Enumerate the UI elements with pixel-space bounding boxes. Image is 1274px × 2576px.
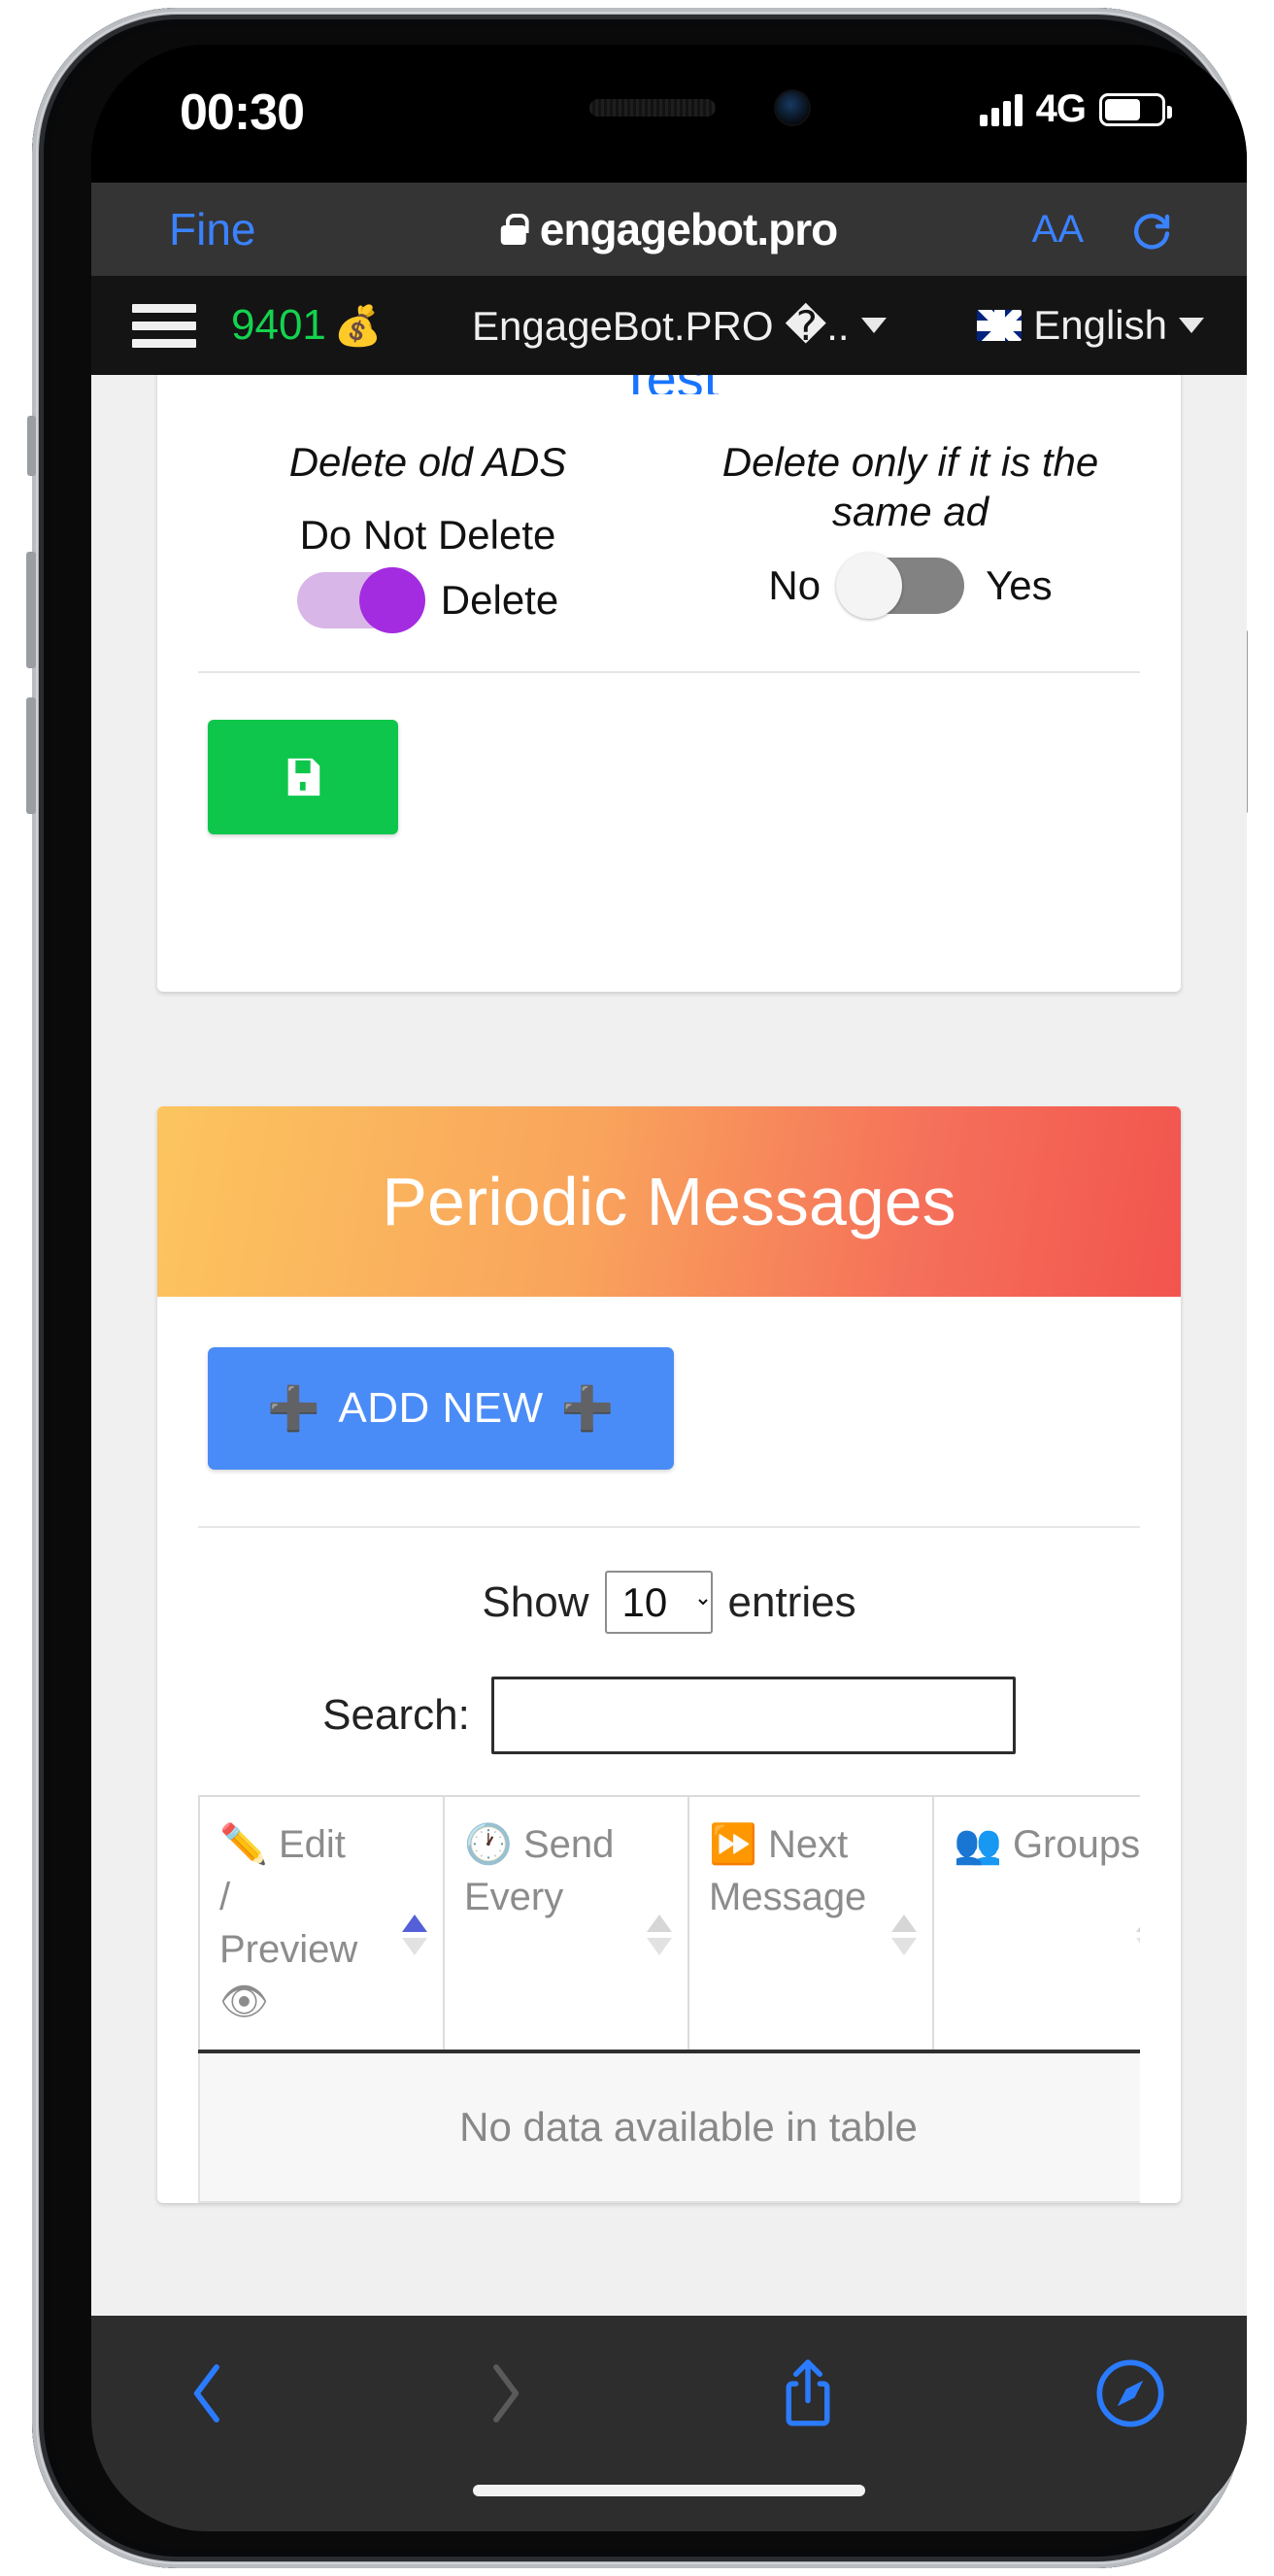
text-size-button[interactable]: AA [1032, 208, 1084, 252]
reload-icon[interactable] [1128, 206, 1175, 253]
save-floppy-icon [287, 759, 320, 797]
column-label: Every [464, 1876, 564, 1919]
plus-icon: ➕ [267, 1385, 321, 1434]
column-label: Preview [219, 1928, 358, 1972]
periodic-messages-card: Periodic Messages ➕ ADD NEW ➕ Show 10255… [157, 1106, 1181, 2204]
status-time: 00:30 [180, 85, 305, 141]
language-dropdown[interactable]: English [977, 302, 1204, 349]
search-label: Search: [322, 1691, 470, 1740]
table-length-control: Show 102550100 entries [157, 1571, 1181, 1635]
periodic-messages-table: ✏️ Edit / Preview 👁 🕐 Send Every ⏩ Next … [198, 1795, 1140, 2204]
page-title: Test [157, 375, 1181, 394]
toggle-off-label: Do Not Delete [299, 512, 556, 559]
toggle-label: Delete only if it is the same ad [721, 439, 1099, 535]
dynamic-island [475, 62, 863, 153]
phone-frame: 00:30 4G Fine engagebot.pro AA 9401 💰 En… [26, 8, 1248, 2568]
periodic-messages-header: Periodic Messages [157, 1106, 1181, 1298]
save-button[interactable] [208, 720, 398, 835]
silent-switch[interactable] [27, 416, 36, 476]
search-input[interactable] [490, 1677, 1016, 1755]
divider [198, 1526, 1140, 1529]
brand-label: EngageBot.PRO �.. [472, 302, 850, 349]
toggle-option-same-ad: Delete only if it is the same ad No Yes [669, 437, 1152, 628]
uk-flag-icon [977, 310, 1023, 341]
chevron-down-icon [1179, 318, 1204, 333]
battery-icon [1099, 92, 1172, 126]
share-icon[interactable] [763, 2349, 853, 2438]
toggle-option-delete-old-ads: Delete old ADS Do Not Delete Delete [186, 437, 669, 634]
brand-dropdown[interactable]: EngageBot.PRO �.. [472, 302, 887, 350]
toggle-off-label: No [768, 562, 821, 609]
credits-indicator[interactable]: 9401 💰 [231, 301, 383, 350]
table-header-row: ✏️ Edit / Preview 👁 🕐 Send Every ⏩ Next … [198, 1795, 1140, 2054]
app-navbar: 9401 💰 EngageBot.PRO �.. English [91, 276, 1247, 375]
speaker-grille-icon [589, 99, 716, 117]
plus-icon: ➕ [560, 1385, 615, 1434]
column-label: Edit [278, 1823, 346, 1867]
column-label: Groups [1012, 1823, 1140, 1867]
column-label: Next [767, 1823, 849, 1867]
column-label: Message [709, 1876, 867, 1919]
add-new-label: ADD NEW [338, 1384, 544, 1433]
entries-per-page-select[interactable]: 102550100 [604, 1571, 713, 1635]
chevron-left-icon[interactable] [163, 2349, 252, 2438]
home-indicator [473, 2485, 865, 2496]
safari-bottom-toolbar [91, 2316, 1247, 2531]
add-new-button[interactable]: ➕ ADD NEW ➕ [208, 1347, 674, 1471]
blue-card-icon: ⏩ [709, 1823, 757, 1867]
url-text: engagebot.pro [539, 204, 838, 254]
column-header-edit-preview[interactable]: ✏️ Edit / Preview 👁 [198, 1795, 445, 2054]
delete-old-ads-toggle[interactable] [296, 567, 425, 634]
signal-bars-icon [979, 93, 1023, 126]
sort-arrow-icon [647, 1915, 672, 1956]
front-camera-icon [776, 91, 809, 124]
people-icon: 👥 [954, 1823, 1002, 1867]
toggle-on-label: Delete [440, 577, 559, 624]
column-label: / [219, 1876, 231, 1919]
volume-up-button[interactable] [26, 552, 36, 668]
show-label: Show [482, 1577, 589, 1626]
sort-arrow-icon [1136, 1915, 1140, 1956]
compass-icon[interactable] [1086, 2349, 1175, 2438]
status-indicators: 4G [979, 87, 1172, 131]
lock-icon [500, 214, 529, 245]
empty-message: No data available in table [198, 2051, 1140, 2204]
table-search-control: Search: [157, 1677, 1181, 1755]
table-empty-row: No data available in table [198, 2051, 1140, 2204]
column-header-send-every[interactable]: 🕐 Send Every [443, 1795, 689, 2054]
divider [198, 671, 1140, 674]
toggle-label: Delete old ADS [288, 439, 567, 485]
column-label: Send [522, 1823, 615, 1867]
periodic-messages-title: Periodic Messages [382, 1164, 956, 1240]
toggle-options-row: Delete old ADS Do Not Delete Delete Dele… [157, 394, 1181, 634]
pencil-icon: ✏️ [219, 1823, 268, 1867]
sort-arrow-icon [891, 1915, 917, 1956]
phone-screen: 00:30 4G Fine engagebot.pro AA 9401 💰 En… [91, 45, 1247, 2531]
safari-back-to-app-link[interactable]: Fine [169, 203, 255, 255]
periodic-messages-table-wrapper[interactable]: ✏️ Edit / Preview 👁 🕐 Send Every ⏩ Next … [198, 1795, 1140, 2204]
page-content: Test Delete old ADS Do Not Delete Delete [91, 375, 1247, 2316]
chevron-down-icon [860, 318, 887, 333]
entries-label: entries [727, 1577, 856, 1626]
sort-arrow-icon [402, 1915, 427, 1956]
clock-icon: 🕐 [464, 1823, 513, 1867]
network-type-label: 4G [1035, 87, 1087, 130]
text-size-label: AA [1031, 207, 1084, 251]
coins-icon: 💰 [333, 305, 383, 348]
chevron-right-icon [460, 2349, 550, 2438]
status-bar: 00:30 4G [91, 45, 1247, 183]
eye-icon: 👁 [219, 1981, 269, 2024]
settings-card: Test Delete old ADS Do Not Delete Delete [157, 375, 1181, 993]
same-ad-toggle[interactable] [836, 553, 965, 620]
safari-url-bar: Fine engagebot.pro AA [91, 183, 1247, 276]
url-field[interactable]: engagebot.pro [500, 203, 838, 255]
hamburger-icon[interactable] [132, 303, 196, 348]
toggle-on-label: Yes [986, 562, 1053, 609]
language-label: English [1033, 302, 1167, 348]
column-header-next-message[interactable]: ⏩ Next Message [687, 1795, 934, 2054]
volume-down-button[interactable] [26, 697, 36, 814]
credits-amount: 9401 [231, 301, 326, 349]
column-header-groups[interactable]: 👥 Groups [932, 1795, 1140, 2054]
